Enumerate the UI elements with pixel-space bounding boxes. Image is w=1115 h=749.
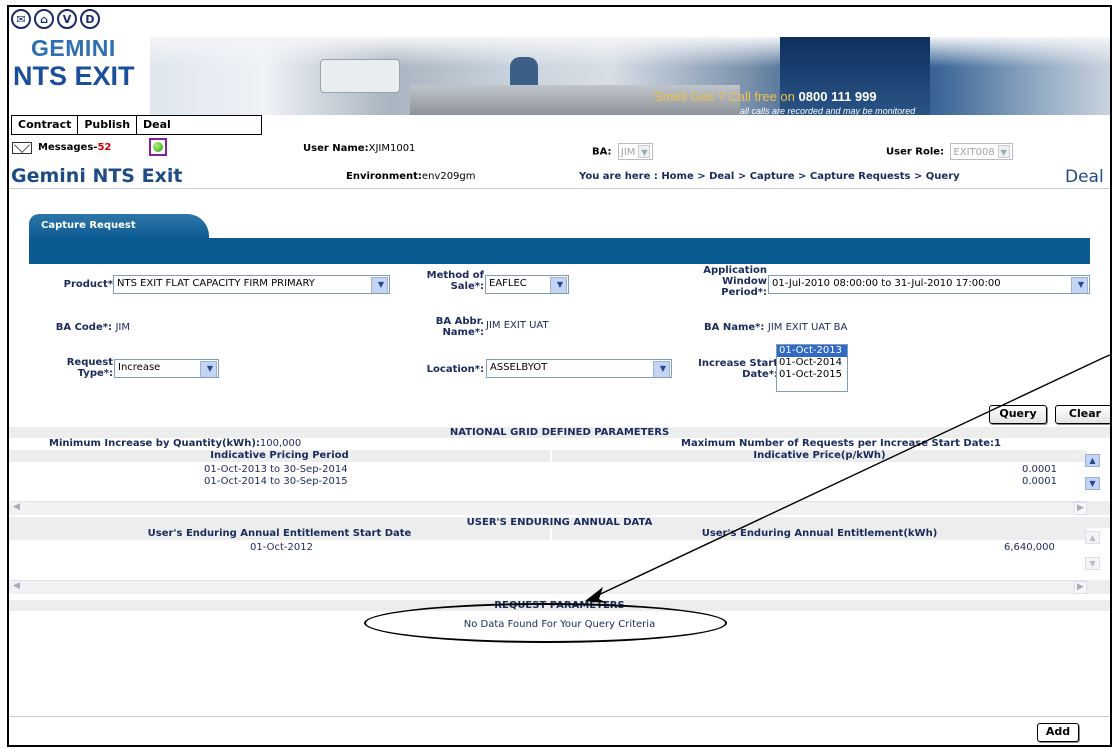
scroll-down-icon[interactable]: ▼ [1085, 477, 1100, 490]
status-icon[interactable] [149, 138, 167, 156]
user-name: User Name:XJIM1001 [303, 143, 416, 154]
ba-name-label: BA Name*: JIM EXIT UAT BA [704, 322, 848, 333]
table-cell: 01-Oct-2012 [250, 542, 313, 553]
table-cell: 0.0001 [1022, 476, 1057, 487]
scroll-down-icon[interactable]: ▼ [1085, 557, 1100, 570]
request-type-select[interactable]: Increase ▼ [114, 359, 219, 378]
scroll-right-icon[interactable]: ▶ [1074, 581, 1087, 594]
product-label: Product*: [63, 279, 117, 290]
ng-params-summary: Minimum Increase by Quantity(kWh):100,00… [49, 438, 1001, 449]
main-menu: Contract Publish Deal [11, 115, 262, 135]
panel-header-bar [29, 238, 1090, 264]
scroll-up-icon[interactable]: ▲ [1085, 531, 1100, 544]
ba-name-value: JIM EXIT UAT BA [767, 322, 848, 333]
ba-code-label: BA Code*: JIM [55, 322, 130, 333]
chevron-down-icon: ▼ [659, 364, 666, 373]
chevron-down-icon: ▼ [997, 145, 1010, 158]
user-info-row: Messages-52 User Name:XJIM1001 BA: JIM ▼ … [9, 137, 1110, 161]
ba-select: JIM ▼ [617, 143, 654, 160]
chevron-down-icon: ▼ [377, 280, 384, 289]
tab-capture-request[interactable]: Capture Request [29, 214, 209, 239]
scroll-right-icon[interactable]: ▶ [1074, 502, 1087, 515]
ba-code-value: JIM [115, 322, 130, 333]
query-button[interactable]: Query [989, 405, 1047, 424]
email-icon[interactable]: ✉ [11, 9, 31, 29]
scroll-corner [1087, 580, 1110, 594]
application-window-select[interactable]: 01-Jul-2010 08:00:00 to 31-Jul-2010 17:0… [768, 275, 1090, 294]
top-icon-bar: ✉ ⌂ V D [11, 9, 100, 29]
title-row: Gemini NTS Exit Environment:env209gm You… [9, 163, 1110, 189]
scroll-left-icon[interactable]: ◀ [10, 581, 23, 594]
role-select: EXIT008 ▼ [950, 143, 1013, 160]
chevron-down-icon: ▼ [556, 280, 563, 289]
col-header-annual-start: User's Enduring Annual Entitlement Start… [9, 528, 550, 540]
ba-field: BA: JIM ▼ [592, 143, 654, 160]
list-item[interactable]: 01-Oct-2013 [777, 345, 847, 357]
product-select[interactable]: NTS EXIT FLAT CAPACITY FIRM PRIMARY ▼ [113, 275, 390, 294]
add-button[interactable]: Add [1037, 723, 1079, 742]
annual-data-title: USER'S ENDURING ANNUAL DATA [9, 517, 1110, 528]
horizontal-scrollbar[interactable]: ◀ ▶ [9, 580, 1087, 594]
header: ✉ ⌂ V D GEMINI NTS EXIT Smell Gas ? Call… [9, 7, 1110, 119]
d-icon[interactable]: D [80, 9, 100, 29]
application-window-label: Application Window Period*: [703, 265, 767, 298]
clear-button[interactable]: Clear [1055, 405, 1110, 424]
method-of-sale-select[interactable]: EAFLEC ▼ [485, 275, 569, 294]
ba-abbr-label: BA Abbr. Name*: [435, 316, 484, 338]
method-of-sale-label: Method of Sale*: [426, 270, 484, 292]
menu-deal[interactable]: Deal [137, 116, 222, 134]
scroll-corner [1087, 501, 1110, 515]
col-header-indicative-price: Indicative Price(p/kWh) [552, 450, 1087, 462]
page-title: Gemini NTS Exit [11, 165, 183, 187]
scroll-left-icon[interactable]: ◀ [10, 502, 23, 515]
logo-gemini: GEMINI [31, 35, 116, 61]
environment: Environment:env209gm [346, 171, 476, 182]
footer-divider [9, 716, 1110, 717]
annotation-ellipse [364, 603, 727, 643]
banner-gas-text: Smell Gas ? Call free on 0800 111 999 [654, 89, 877, 104]
location-label: Location*: [426, 364, 484, 375]
increase-start-date-label: Increase Start Date*: [698, 358, 778, 380]
ba-abbr-value: JIM EXIT UAT [486, 320, 549, 331]
messages-link[interactable]: Messages-52 [38, 142, 111, 153]
col-header-annual-entitlement: User's Enduring Annual Entitlement(kWh) [552, 528, 1087, 540]
list-item[interactable]: 01-Oct-2014 [777, 357, 847, 369]
table-cell: 0.0001 [1022, 464, 1057, 475]
ng-params-title: NATIONAL GRID DEFINED PARAMETERS [9, 427, 1110, 438]
request-type-label: Request Type*: [66, 357, 113, 379]
chevron-down-icon: ▼ [638, 145, 651, 158]
location-select[interactable]: ASSELBYOT ▼ [486, 359, 672, 378]
scroll-up-icon[interactable]: ▲ [1085, 454, 1100, 467]
menu-publish[interactable]: Publish [78, 116, 138, 134]
envelope-icon[interactable] [12, 142, 32, 154]
increase-start-date-list[interactable]: 01-Oct-2013 01-Oct-2014 01-Oct-2015 [776, 344, 848, 392]
v-icon[interactable]: V [57, 9, 77, 29]
horizontal-scrollbar[interactable]: ◀ ▶ [9, 501, 1087, 515]
table-cell: 01-Oct-2013 to 30-Sep-2014 [204, 464, 348, 475]
user-role-field: User Role: EXIT008 ▼ [886, 143, 1013, 160]
table-cell: 6,640,000 [1004, 542, 1055, 553]
header-banner-image: Smell Gas ? Call free on 0800 111 999 al… [150, 37, 1110, 115]
list-item[interactable]: 01-Oct-2015 [777, 369, 847, 381]
page-frame: ✉ ⌂ V D GEMINI NTS EXIT Smell Gas ? Call… [7, 5, 1112, 747]
chevron-down-icon: ▼ [206, 364, 213, 373]
chevron-down-icon: ▼ [1077, 280, 1084, 289]
logo-nts-exit: NTS EXIT [13, 61, 135, 91]
section-label: Deal [1065, 167, 1104, 187]
table-cell: 01-Oct-2014 to 30-Sep-2015 [204, 476, 348, 487]
menu-contract[interactable]: Contract [12, 116, 79, 134]
banner-sub-text: all calls are recorded and may be monito… [740, 106, 916, 115]
home-icon[interactable]: ⌂ [34, 9, 54, 29]
breadcrumb: You are here : Home > Deal > Capture > C… [579, 171, 960, 182]
col-header-pricing-period: Indicative Pricing Period [9, 450, 550, 462]
